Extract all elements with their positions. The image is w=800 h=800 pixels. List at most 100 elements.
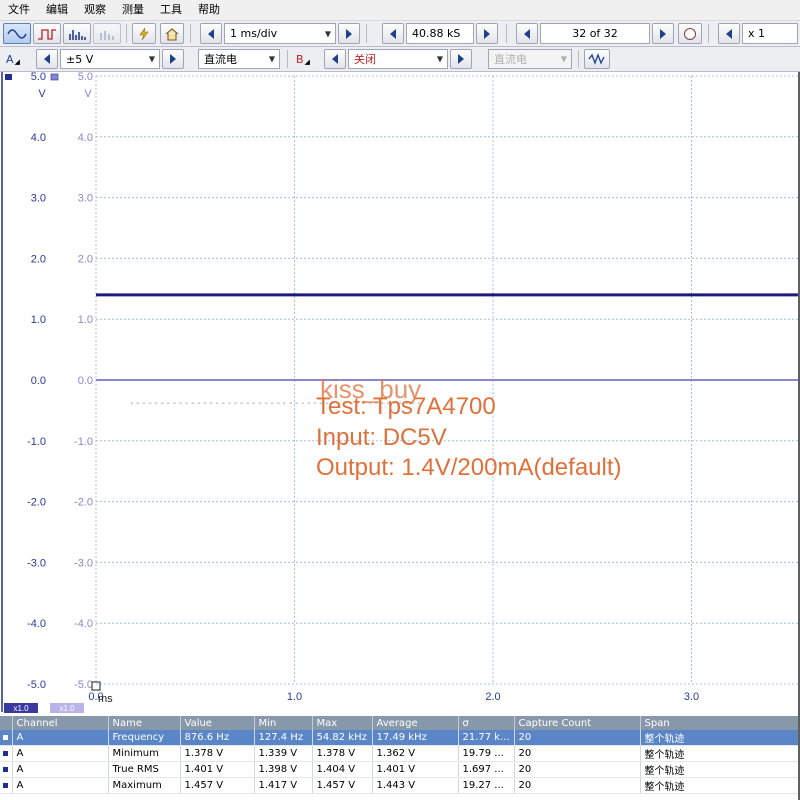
spectrum-mode-button[interactable] [63, 23, 91, 44]
table-header: Channel Name Value Min Max Average σ Cap… [0, 716, 800, 730]
y-tick-label-a: 0.0 [31, 375, 46, 387]
y-tick-label-a: 1.0 [31, 314, 46, 326]
y-tick-label-b: 4.0 [78, 132, 93, 144]
y-tick-label-a: 3.0 [31, 193, 46, 205]
home-icon [165, 27, 179, 41]
cell-name: True RMS [108, 761, 181, 778]
menu-file[interactable]: 文件 [0, 0, 38, 20]
row-marker-icon [0, 730, 13, 746]
x-tick-label: 3.0 [684, 691, 699, 703]
col-capture-count[interactable]: Capture Count [514, 716, 641, 730]
y-tick-label-b: -4.0 [74, 618, 93, 630]
overlay-line-test: Test: Tps7A4700 [316, 393, 496, 420]
row-marker-icon [0, 745, 13, 762]
compass-icon [684, 27, 696, 40]
timebase-select[interactable]: 1 ms/div ▼ [224, 23, 336, 44]
range-b-value: 关闭 [354, 53, 376, 66]
spectrum-bars-icon [69, 29, 86, 40]
range-b-next-button[interactable] [450, 49, 472, 69]
samples-value: 40.88 kS [412, 27, 461, 40]
channel-b-label: B [296, 52, 304, 66]
col-sigma[interactable]: σ [458, 716, 515, 730]
capture-index-field[interactable]: 32 of 32 [540, 23, 650, 44]
cell-name: Minimum [108, 745, 181, 762]
zoom-field[interactable]: x 1 [742, 23, 798, 44]
channel-b-corner-icon: ◢ [304, 58, 310, 66]
arrow-right-icon [170, 54, 176, 64]
arrow-left-icon [44, 54, 50, 64]
channel-b-tag[interactable]: B ◢ [296, 50, 310, 68]
cell-max: 1.457 V [312, 777, 373, 794]
menu-help[interactable]: 帮助 [190, 0, 228, 20]
coupling-b-select[interactable]: 直流电 ▼ [488, 49, 572, 69]
table-row[interactable]: A Minimum 1.378 V 1.339 V 1.378 V 1.362 … [0, 745, 800, 762]
cell-average: 1.362 V [372, 745, 459, 762]
channel-toolbar: A ◢ ±5 V ▼ 直流电 ▼ B ◢ 关闭 ▼ 直流电 ▼ [0, 47, 800, 72]
menu-edit[interactable]: 编辑 [38, 0, 76, 20]
scope-display[interactable]: 5.0 4.0 3.0 2.0 1.0 0.0 -1.0 -2.0 -3.0 -4.0 -5.0 5… [0, 72, 800, 714]
y-axis-a-unit: V [38, 88, 46, 100]
range-b-prev-button[interactable] [324, 49, 346, 69]
y-tick-label-a: 2.0 [31, 253, 46, 265]
col-max[interactable]: Max [312, 716, 373, 730]
measurements-panel: Channel Name Value Min Max Average σ Cap… [0, 716, 800, 800]
chevron-down-icon: ▼ [324, 29, 331, 38]
zoom-prev-button[interactable] [718, 23, 740, 44]
cell-sigma: 19.79 ... [458, 745, 515, 762]
arrow-left-icon [208, 28, 214, 39]
x-axis-unit: ms [98, 693, 113, 705]
y-tick-label-b: -2.0 [74, 497, 93, 509]
menu-view[interactable]: 观察 [76, 0, 114, 20]
menu-measure[interactable]: 测量 [114, 0, 152, 20]
y-tick-label-a: -2.0 [27, 497, 46, 509]
table-row[interactable]: A True RMS 1.401 V 1.398 V 1.404 V 1.401… [0, 761, 800, 778]
scope-mode-button[interactable] [3, 23, 31, 44]
timebase-next-button[interactable] [338, 23, 360, 44]
col-channel[interactable]: Channel [12, 716, 109, 730]
cell-capture-count: 20 [514, 730, 641, 746]
cell-span: 整个轨迹 [640, 745, 800, 762]
math-mode-button[interactable] [93, 23, 121, 44]
timebase-prev-button[interactable] [200, 23, 222, 44]
table-row[interactable]: A Frequency 876.6 Hz 127.4 Hz 54.82 kHz … [0, 730, 800, 746]
chevron-down-icon: ▼ [436, 54, 443, 64]
home-button[interactable] [160, 23, 184, 44]
col-span[interactable]: Span [640, 716, 800, 730]
cell-channel: A [12, 730, 109, 746]
cell-sigma: 21.77 k... [458, 730, 515, 746]
coupling-a-select[interactable]: 直流电 ▼ [198, 49, 280, 69]
col-average[interactable]: Average [372, 716, 459, 730]
samples-next-button[interactable] [476, 23, 498, 44]
scale-a-text: x1.0 [13, 704, 29, 713]
signal-generator-icon [588, 53, 605, 65]
capture-next-button[interactable] [652, 23, 674, 44]
table-row[interactable]: A Maximum 1.457 V 1.417 V 1.457 V 1.443 … [0, 777, 800, 794]
col-min[interactable]: Min [254, 716, 313, 730]
navigate-button[interactable] [678, 23, 702, 44]
channel-a-tag[interactable]: A ◢ [6, 50, 20, 68]
y-tick-label-b: -1.0 [74, 436, 93, 448]
auto-setup-button[interactable] [132, 23, 156, 44]
samples-prev-button[interactable] [382, 23, 404, 44]
samples-field[interactable]: 40.88 kS [406, 23, 474, 44]
range-a-next-button[interactable] [162, 49, 184, 69]
capture-prev-button[interactable] [516, 23, 538, 44]
measurements-table: Channel Name Value Min Max Average σ Cap… [0, 716, 800, 794]
cell-max: 1.404 V [312, 761, 373, 778]
y-tick-label-b: 3.0 [78, 193, 93, 205]
x-tick-label: 1.0 [287, 691, 302, 703]
menu-tools[interactable]: 工具 [152, 0, 190, 20]
y-tick-label-a: -3.0 [27, 557, 46, 569]
col-value[interactable]: Value [180, 716, 255, 730]
range-b-select[interactable]: 关闭 ▼ [348, 49, 448, 69]
range-a-select[interactable]: ±5 V ▼ [60, 49, 160, 69]
sine-wave-icon [7, 28, 27, 39]
row-marker-icon [0, 761, 13, 778]
arrow-right-icon [484, 28, 490, 39]
range-a-prev-button[interactable] [36, 49, 58, 69]
col-name[interactable]: Name [108, 716, 181, 730]
signal-generator-button[interactable] [584, 49, 610, 69]
persistence-mode-button[interactable] [33, 23, 61, 44]
cell-min: 1.398 V [254, 761, 313, 778]
arrow-right-icon [346, 28, 352, 39]
